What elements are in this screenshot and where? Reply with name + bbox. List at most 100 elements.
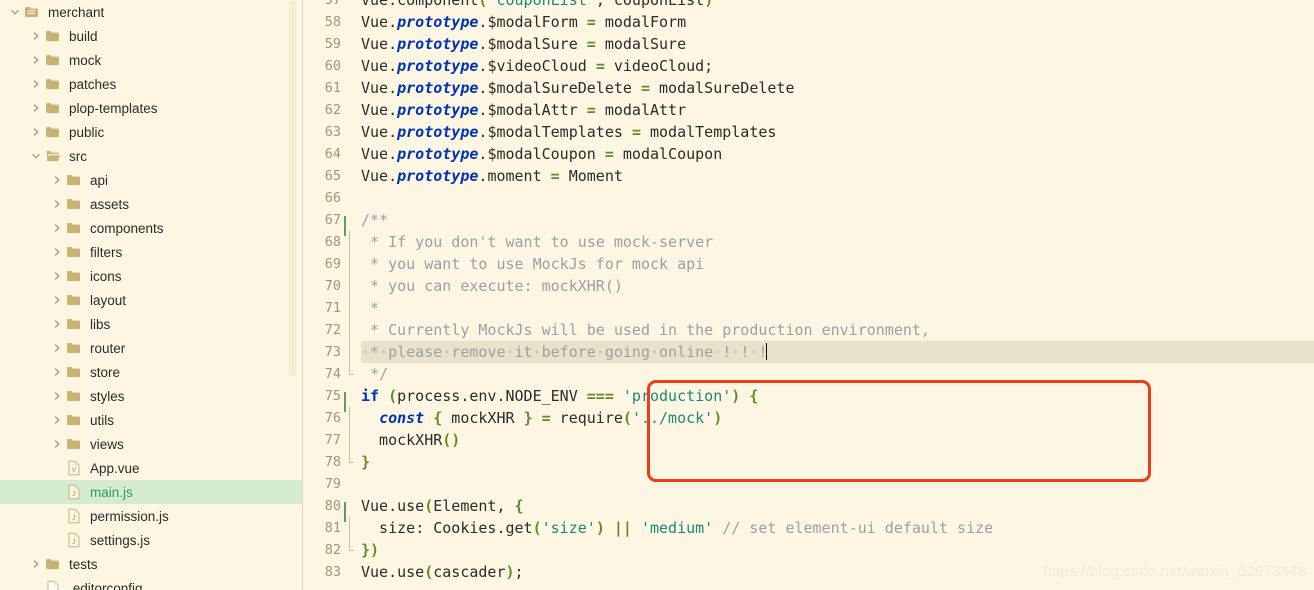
code-line-73[interactable]: 73 ·*·please·remove·it·before·going·onlin… — [303, 341, 1314, 363]
code-line-57[interactable]: 57 Vue.component('couponList', couponList… — [303, 0, 1314, 11]
chevron-right-icon[interactable] — [50, 247, 64, 257]
folder-icon — [43, 101, 63, 115]
tree-item-plop-templates[interactable]: plop-templates — [0, 96, 303, 120]
folder-icon — [64, 413, 84, 427]
chevron-right-icon[interactable] — [29, 31, 43, 41]
line-number: 80 — [324, 498, 341, 514]
code-text: * Currently MockJs will be used in the p… — [361, 321, 930, 339]
code-fold-toggle[interactable] — [344, 501, 355, 522]
folder-open-icon — [43, 149, 63, 163]
code-line-82[interactable]: 82}) — [303, 539, 1314, 561]
tree-item-label: utils — [90, 412, 115, 428]
chevron-right-icon[interactable] — [50, 223, 64, 233]
line-number: 61 — [324, 80, 341, 96]
tree-item-tests[interactable]: tests — [0, 552, 303, 576]
code-line-70[interactable]: 70 * you can execute: mockXHR() — [303, 275, 1314, 297]
chevron-right-icon[interactable] — [50, 415, 64, 425]
tree-item-app-vue[interactable]: V App.vue — [0, 456, 303, 480]
code-line-76[interactable]: 76 const { mockXHR } = require('../mock'… — [303, 407, 1314, 429]
code-line-62[interactable]: 62 Vue.prototype.$modalAttr = modalAttr — [303, 99, 1314, 121]
chevron-down-icon[interactable] — [29, 151, 43, 161]
chevron-right-icon[interactable] — [50, 295, 64, 305]
code-line-80[interactable]: 80 Vue.use(Element, { — [303, 495, 1314, 522]
code-line-65[interactable]: 65 Vue.prototype.moment = Moment — [303, 165, 1314, 187]
code-fold-guide — [349, 341, 350, 363]
line-number: 69 — [324, 256, 341, 272]
code-line-60[interactable]: 60 Vue.prototype.$videoCloud = videoCloud… — [303, 55, 1314, 77]
line-number: 70 — [324, 278, 341, 294]
code-line-69[interactable]: 69 * you want to use MockJs for mock api — [303, 253, 1314, 275]
chevron-right-icon[interactable] — [29, 55, 43, 65]
folder-icon — [43, 53, 63, 67]
tree-item-styles[interactable]: styles — [0, 384, 303, 408]
chevron-right-icon[interactable] — [50, 367, 64, 377]
code-line-63[interactable]: 63 Vue.prototype.$modalTemplates = modalT… — [303, 121, 1314, 143]
tree-item-api[interactable]: api — [0, 168, 303, 192]
tree-item-router[interactable]: router — [0, 336, 303, 360]
code-line-81[interactable]: 81 size: Cookies.get('size') || 'medium'… — [303, 517, 1314, 539]
code-fold-toggle[interactable] — [344, 391, 355, 412]
line-number: 77 — [324, 432, 341, 448]
tree-item-public[interactable]: public — [0, 120, 303, 144]
folder-icon — [43, 125, 63, 139]
chevron-right-icon[interactable] — [50, 271, 64, 281]
sidebar-scrollbar[interactable] — [289, 0, 296, 376]
code-line-77[interactable]: 77 mockXHR() — [303, 429, 1314, 451]
chevron-right-icon[interactable] — [50, 319, 64, 329]
code-text: } — [361, 453, 371, 471]
tree-item-label: tests — [69, 556, 98, 572]
code-line-61[interactable]: 61 Vue.prototype.$modalSureDelete = modal… — [303, 77, 1314, 99]
tree-item-src[interactable]: src — [0, 144, 303, 168]
code-line-66[interactable]: 66 — [303, 187, 1314, 209]
chevron-right-icon[interactable] — [50, 199, 64, 209]
tree-item-mock[interactable]: mock — [0, 48, 303, 72]
code-fold-toggle[interactable] — [344, 215, 355, 236]
vue-file-icon: V — [64, 460, 84, 476]
code-line-68[interactable]: 68 * If you don't want to use mock-serve… — [303, 231, 1314, 253]
code-line-71[interactable]: 71 * — [303, 297, 1314, 319]
chevron-right-icon[interactable] — [29, 103, 43, 113]
tree-item-permission-js[interactable]: Jpermission.js — [0, 504, 303, 528]
tree-item-label: views — [90, 436, 124, 452]
tree-item-utils[interactable]: utils — [0, 408, 303, 432]
folder-icon — [64, 293, 84, 307]
ide-window: merchant build mock patches plop-templates pu… — [0, 0, 1314, 590]
chevron-right-icon[interactable] — [50, 391, 64, 401]
tree-item-store[interactable]: store — [0, 360, 303, 384]
code-line-67[interactable]: 67 /** — [303, 209, 1314, 236]
tree-item-icons[interactable]: icons — [0, 264, 303, 288]
tree-item-filters[interactable]: filters — [0, 240, 303, 264]
code-editor[interactable]: 57 Vue.component('couponList', couponList… — [303, 0, 1314, 590]
folder-icon — [64, 317, 84, 331]
tree-item-main-js[interactable]: Jmain.js — [0, 480, 303, 504]
line-number: 57 — [324, 0, 341, 8]
chevron-down-icon[interactable] — [8, 7, 22, 17]
code-line-75[interactable]: 75 if (process.env.NODE_ENV === 'producti… — [303, 385, 1314, 412]
chevron-right-icon[interactable] — [50, 343, 64, 353]
chevron-right-icon[interactable] — [50, 439, 64, 449]
code-line-58[interactable]: 58 Vue.prototype.$modalForm = modalForm — [303, 11, 1314, 33]
tree-item-components[interactable]: components — [0, 216, 303, 240]
code-lines: 57 Vue.component('couponList', couponList… — [303, 0, 1314, 583]
folder-icon — [64, 365, 84, 379]
code-line-74[interactable]: 74 */ — [303, 363, 1314, 385]
chevron-right-icon[interactable] — [29, 127, 43, 137]
tree-item-settings-js[interactable]: Jsettings.js — [0, 528, 303, 552]
tree-item-layout[interactable]: layout — [0, 288, 303, 312]
line-number: 62 — [324, 102, 341, 118]
chevron-right-icon[interactable] — [29, 559, 43, 569]
code-line-79[interactable]: 79 — [303, 473, 1314, 495]
tree-item-libs[interactable]: libs — [0, 312, 303, 336]
code-line-59[interactable]: 59 Vue.prototype.$modalSure = modalSure — [303, 33, 1314, 55]
tree-item-build[interactable]: build — [0, 24, 303, 48]
code-line-64[interactable]: 64 Vue.prototype.$modalCoupon = modalCoup… — [303, 143, 1314, 165]
chevron-right-icon[interactable] — [50, 175, 64, 185]
tree-item-views[interactable]: views — [0, 432, 303, 456]
tree-item-assets[interactable]: assets — [0, 192, 303, 216]
chevron-right-icon[interactable] — [29, 79, 43, 89]
code-line-78[interactable]: 78} — [303, 451, 1314, 473]
code-line-72[interactable]: 72 * Currently MockJs will be used in th… — [303, 319, 1314, 341]
tree-item-merchant[interactable]: merchant — [0, 0, 303, 24]
tree-item-patches[interactable]: patches — [0, 72, 303, 96]
tree-item--editorconfig[interactable]: .editorconfig — [0, 576, 303, 590]
